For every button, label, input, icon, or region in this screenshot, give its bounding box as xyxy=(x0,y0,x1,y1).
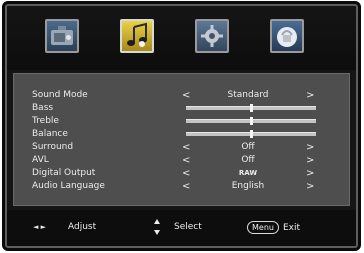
balance-row[interactable]: Balance xyxy=(14,128,349,141)
tab-sound[interactable] xyxy=(120,19,154,53)
lock-icon xyxy=(277,27,297,47)
sound-mode-right-arrow[interactable]: > xyxy=(306,89,314,102)
balance-label: Balance xyxy=(32,129,68,139)
sound-mode-row[interactable]: Sound Mode < Standard > xyxy=(14,89,349,102)
surround-right-arrow[interactable]: > xyxy=(306,141,314,154)
select-hint-label: Select xyxy=(174,222,202,232)
surround-value: Off xyxy=(241,142,255,152)
bass-slider[interactable] xyxy=(186,104,316,112)
menu-key-icon: Menu xyxy=(247,221,279,234)
digital-output-value: RAW xyxy=(238,169,258,177)
digital-output-row[interactable]: Digital Output < RAW > xyxy=(14,167,349,180)
sound-icon xyxy=(127,22,147,47)
key-hint-bar: ◄ ► Adjust Select Menu Exit xyxy=(7,210,356,246)
treble-label: Treble xyxy=(32,116,59,126)
avl-right-arrow[interactable]: > xyxy=(306,154,314,167)
avl-row[interactable]: AVL < Off > xyxy=(14,154,349,167)
tab-setup[interactable] xyxy=(195,19,229,53)
bass-row[interactable]: Bass xyxy=(14,102,349,115)
osd-panel: Sound Mode < Standard > Bass Treble Bala… xyxy=(5,4,358,248)
picture-icon xyxy=(51,26,73,45)
settings-icon xyxy=(201,25,223,47)
bass-label: Bass xyxy=(32,103,54,113)
up-down-arrows-icon xyxy=(154,219,160,235)
sound-mode-label: Sound Mode xyxy=(32,90,88,100)
treble-slider-thumb[interactable] xyxy=(250,117,253,125)
bass-slider-thumb[interactable] xyxy=(250,104,253,112)
digital-output-label: Digital Output xyxy=(32,168,96,178)
surround-row[interactable]: Surround < Off > xyxy=(14,141,349,154)
tv-osd-frame: Sound Mode < Standard > Bass Treble Bala… xyxy=(2,1,361,251)
balance-slider[interactable] xyxy=(186,130,316,138)
exit-hint-label: Exit xyxy=(282,223,301,233)
audio-language-row[interactable]: Audio Language < English > xyxy=(14,180,349,193)
sound-mode-left-arrow[interactable]: < xyxy=(182,89,190,102)
tab-lock[interactable] xyxy=(270,19,304,53)
sound-mode-value: Standard xyxy=(227,90,269,100)
tab-picture[interactable] xyxy=(45,19,79,53)
audio-language-value: English xyxy=(231,181,265,191)
menu-exit-hint: Menu Exit xyxy=(247,221,300,234)
balance-slider-thumb[interactable] xyxy=(250,130,253,138)
adjust-hint-label: Adjust xyxy=(68,222,97,232)
audio-language-right-arrow[interactable]: > xyxy=(306,180,314,193)
audio-language-left-arrow[interactable]: < xyxy=(182,180,190,193)
surround-left-arrow[interactable]: < xyxy=(182,141,190,154)
treble-row[interactable]: Treble xyxy=(14,115,349,128)
left-right-arrows-icon: ◄ ► xyxy=(33,223,46,231)
sound-settings-panel: Sound Mode < Standard > Bass Treble Bala… xyxy=(13,73,350,206)
avl-label: AVL xyxy=(32,155,49,165)
menu-tab-bar xyxy=(7,6,356,70)
audio-language-label: Audio Language xyxy=(32,181,105,191)
digital-output-left-arrow[interactable]: < xyxy=(182,167,190,180)
avl-left-arrow[interactable]: < xyxy=(182,154,190,167)
digital-output-right-arrow[interactable]: > xyxy=(306,167,314,180)
treble-slider[interactable] xyxy=(186,117,316,125)
avl-value: Off xyxy=(241,155,255,165)
surround-label: Surround xyxy=(32,142,74,152)
